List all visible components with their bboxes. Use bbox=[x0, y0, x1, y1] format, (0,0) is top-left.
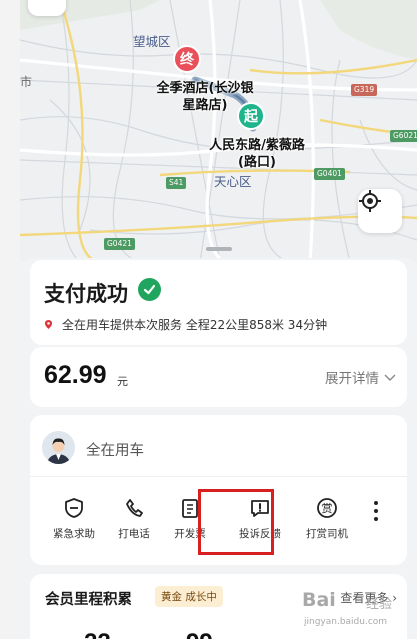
call-button[interactable]: 打电话 bbox=[103, 497, 165, 541]
watermark-brand: Bai bbox=[302, 589, 336, 611]
trip-summary: 全在用车提供本次服务 全程22公里858米 34分钟 bbox=[44, 316, 327, 333]
member-stat-2: 99 bbox=[186, 629, 213, 639]
check-circle-icon bbox=[138, 278, 161, 301]
fare-amount: 62.99 bbox=[44, 361, 107, 389]
fare-unit: 元 bbox=[117, 375, 128, 388]
more-vertical-icon[interactable] bbox=[370, 499, 382, 525]
order-sheet: 支付成功 全在用车提供本次服务 全程22公里858米 34分钟 62.99 元 … bbox=[20, 258, 417, 639]
driver-avatar-icon bbox=[42, 431, 75, 464]
reward-driver-label: 打赏司机 bbox=[306, 528, 348, 540]
map-label-tianxin: 天心区 bbox=[214, 174, 252, 189]
driver-avatar[interactable] bbox=[42, 431, 75, 464]
service-provider-name: 全在用车 bbox=[86, 443, 144, 459]
location-pin-icon bbox=[44, 320, 53, 329]
reward-driver-button[interactable]: 赏 打赏司机 bbox=[296, 497, 358, 541]
road-tag-g0421: G0421 bbox=[104, 238, 135, 250]
chevron-down-icon bbox=[384, 374, 396, 381]
crosshair-icon bbox=[359, 190, 381, 212]
watermark-site: jingyan.baidu.com bbox=[304, 617, 388, 627]
left-edge-strip bbox=[0, 0, 20, 639]
shield-icon bbox=[65, 498, 83, 518]
call-label: 打电话 bbox=[118, 528, 150, 540]
road-tag-s41: S41 bbox=[166, 177, 187, 189]
reward-glyph: 赏 bbox=[322, 502, 333, 515]
expand-details-button[interactable]: 展开详情 bbox=[325, 367, 397, 387]
member-mileage-title: 会员里程积累 bbox=[45, 592, 132, 608]
reward-icon: 赏 bbox=[317, 498, 337, 518]
emergency-help-label: 紧急求助 bbox=[53, 528, 95, 540]
road-tag-g0401: G0401 bbox=[314, 168, 345, 180]
card-divider bbox=[30, 476, 407, 477]
payment-card: 支付成功 全在用车提供本次服务 全程22公里858米 34分钟 bbox=[30, 260, 407, 345]
baidu-watermark: Bai 经验 jingyan.baidu.com bbox=[296, 585, 414, 635]
highlight-box bbox=[198, 489, 274, 555]
member-stat-1: 22 bbox=[84, 629, 111, 639]
route-map[interactable]: 望城区 天心区 市 G319 G6021 G0401 S41 G0421 终 全… bbox=[20, 0, 417, 262]
locate-button[interactable] bbox=[358, 189, 402, 233]
price-card: 62.99 元 展开详情 bbox=[30, 347, 407, 407]
trip-summary-text: 全在用车提供本次服务 全程22公里858米 34分钟 bbox=[62, 318, 328, 332]
end-pin[interactable]: 终 bbox=[173, 45, 201, 73]
back-button[interactable] bbox=[28, 0, 66, 16]
member-level-badge: 黄金 成长中 bbox=[155, 586, 223, 607]
map-label-edge: 市 bbox=[20, 75, 33, 89]
emergency-help-button[interactable]: 紧急求助 bbox=[43, 497, 105, 541]
phone-icon bbox=[126, 499, 143, 517]
sheet-drag-handle[interactable] bbox=[206, 247, 232, 251]
map-label-wangcheng: 望城区 bbox=[133, 34, 171, 49]
road-tag-g6021: G6021 bbox=[390, 130, 417, 142]
watermark-brand2: 经验 bbox=[366, 597, 393, 612]
payment-status-title: 支付成功 bbox=[44, 282, 128, 306]
origin-label: 人民东路/紫薇路 (路口) bbox=[209, 138, 305, 170]
road-tag-g319: G319 bbox=[351, 84, 378, 96]
start-pin[interactable]: 起 bbox=[237, 102, 265, 130]
expand-details-label: 展开详情 bbox=[325, 371, 379, 387]
